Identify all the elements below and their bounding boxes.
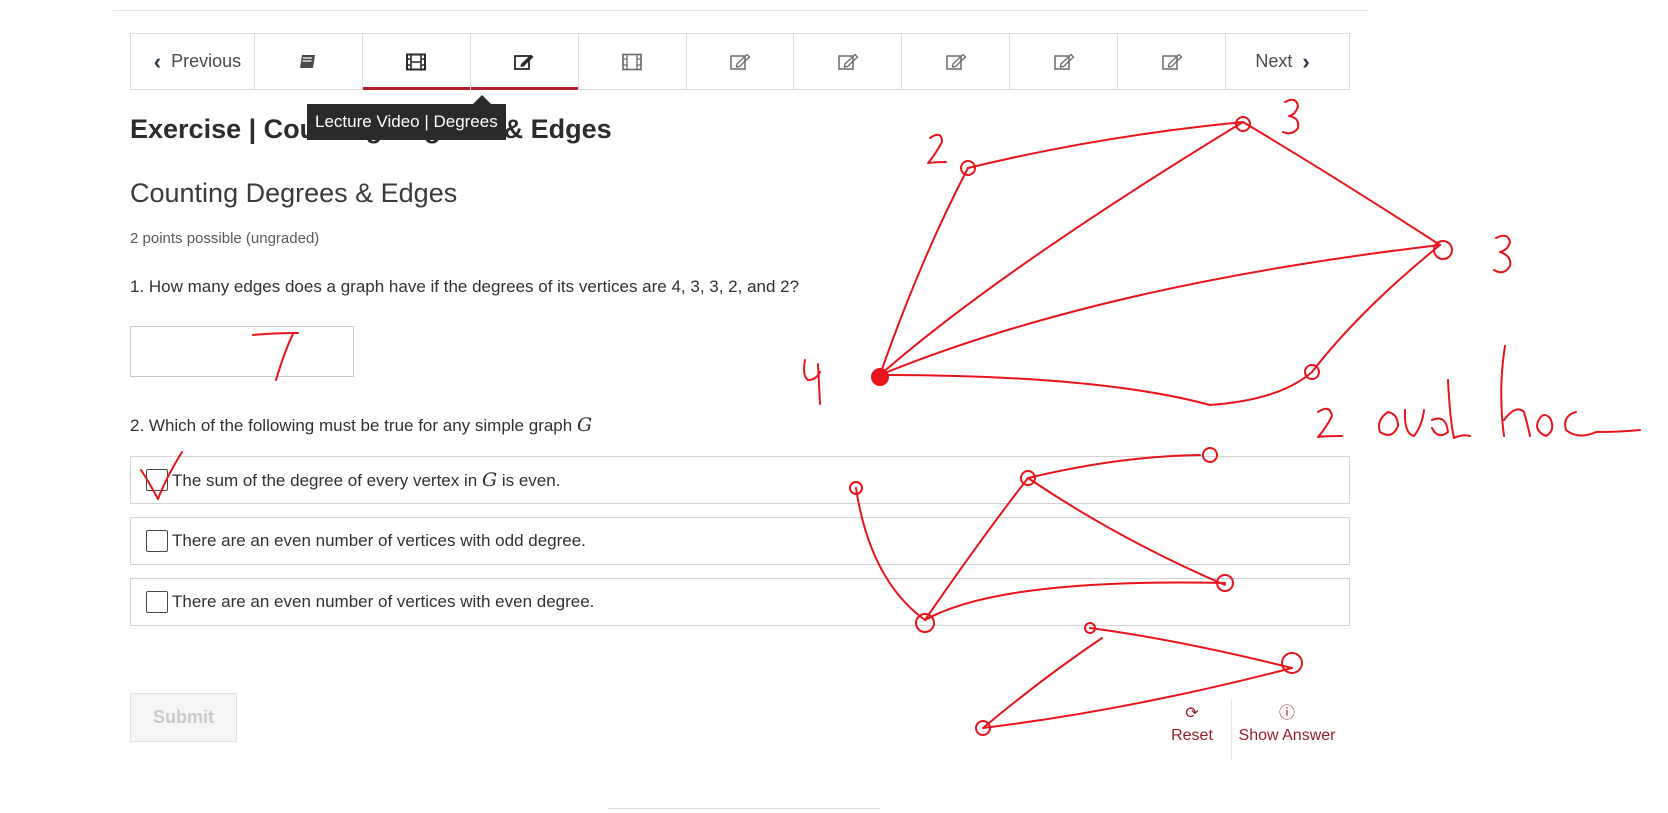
reset-label: Reset <box>1171 727 1213 744</box>
unit-tab-1[interactable] <box>255 34 363 89</box>
sequence-nav: ‹ Previous Next › <box>130 33 1350 90</box>
submit-button[interactable]: Submit <box>130 693 237 742</box>
question-2-prefix: 2. Which of the following must be true f… <box>130 416 577 435</box>
film-icon <box>406 53 427 70</box>
unit-tab-7[interactable] <box>902 34 1011 89</box>
unit-tab-6[interactable] <box>794 34 903 89</box>
ink-digit-4 <box>803 359 821 405</box>
unit-tab-2[interactable] <box>362 34 471 90</box>
edit-icon <box>946 53 967 70</box>
choice-3[interactable]: There are an even number of vertices wit… <box>130 578 1350 626</box>
edit-icon <box>730 53 751 70</box>
unit-tab-4[interactable] <box>579 34 687 89</box>
choice-1-checkbox[interactable] <box>146 469 168 491</box>
show-answer-button[interactable]: ⓘ Show Answer <box>1232 705 1342 745</box>
unit-tab-3[interactable] <box>470 34 579 90</box>
choice-3-label: There are an even number of vertices wit… <box>172 592 595 611</box>
choice-3-checkbox[interactable] <box>146 591 168 613</box>
ink-scribble <box>1378 345 1641 439</box>
choice-1[interactable]: The sum of the degree of every vertex in… <box>130 456 1350 504</box>
next-button[interactable]: Next › <box>1226 34 1349 89</box>
film-icon <box>622 53 642 70</box>
problem-title: Counting Degrees & Edges <box>130 178 458 208</box>
question-2-text: 2. Which of the following must be true f… <box>130 414 592 436</box>
edit-icon <box>514 54 534 70</box>
show-answer-label: Show Answer <box>1238 727 1336 744</box>
choice-1-label: The sum of the degree of every vertex in… <box>172 469 560 491</box>
choice-2-label: There are an even number of vertices wit… <box>172 531 586 550</box>
unit-tab-9[interactable] <box>1118 34 1227 89</box>
previous-button[interactable]: ‹ Previous <box>131 34 255 89</box>
ink-digit-3b <box>1493 234 1512 274</box>
chevron-right-icon: › <box>1302 48 1310 74</box>
ink-graph-1 <box>871 116 1453 406</box>
choice-1-var: G <box>481 469 498 491</box>
ink-digit-2a <box>927 133 947 164</box>
info-circle-icon: ⓘ <box>1278 705 1295 722</box>
next-label: Next <box>1255 51 1293 71</box>
question-1-text: 1. How many edges does a graph have if t… <box>130 277 800 296</box>
question-2-var: G <box>576 414 593 436</box>
bottom-tabs-edge <box>608 808 880 813</box>
choice-1-text-before: The sum of the degree of every vertex in <box>172 471 482 490</box>
book-icon <box>300 54 316 68</box>
unit-tooltip: Lecture Video | Degrees <box>307 95 506 140</box>
ink-digit-2b <box>1317 407 1343 438</box>
top-divider <box>113 10 1369 11</box>
reset-button[interactable]: ⟳ Reset <box>1160 705 1224 745</box>
edit-icon <box>1161 53 1183 70</box>
edit-icon <box>1053 53 1075 70</box>
edit-icon <box>838 53 859 70</box>
choice-2-checkbox[interactable] <box>146 530 168 552</box>
unit-tab-5[interactable] <box>687 34 795 89</box>
chevron-left-icon: ‹ <box>153 48 162 74</box>
unit-tab-8[interactable] <box>1010 34 1119 89</box>
ink-digit-3a <box>1282 98 1300 135</box>
previous-label: Previous <box>171 51 242 71</box>
choice-2[interactable]: There are an even number of vertices wit… <box>130 517 1350 565</box>
points-possible: 2 points possible (ungraded) <box>130 230 320 247</box>
question-1-input[interactable] <box>130 326 354 377</box>
refresh-icon: ⟳ <box>1185 705 1199 722</box>
choice-1-text-after: is even. <box>497 471 561 490</box>
